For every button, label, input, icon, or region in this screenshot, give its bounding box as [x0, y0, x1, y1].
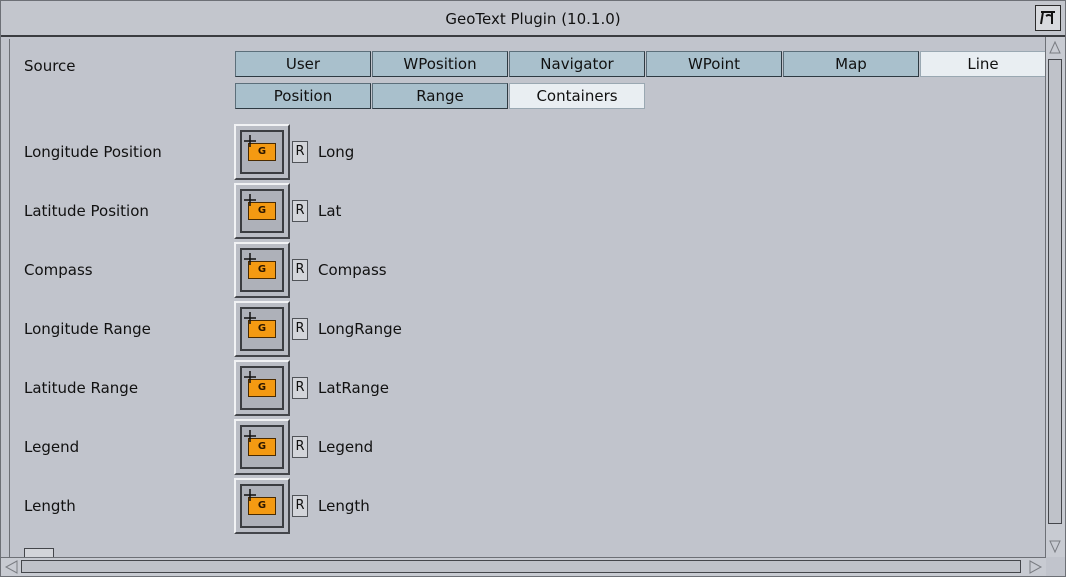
container-row: Latitude Range G R LatRange [10, 360, 710, 418]
container-name: Lat [318, 202, 342, 220]
container-name: Long [318, 143, 355, 161]
title-bar: GeoText Plugin (10.1.0) [1, 1, 1065, 37]
container-name: LatRange [318, 379, 389, 397]
reset-button[interactable]: R [292, 436, 308, 458]
drop-target: G [240, 307, 284, 351]
crosshair-icon [244, 371, 256, 383]
row-label: Latitude Range [24, 379, 139, 397]
tab-wposition[interactable]: WPosition [372, 51, 508, 77]
container-drop-button[interactable]: G [234, 242, 290, 298]
plugin-pi-icon[interactable] [1035, 5, 1061, 31]
tab-user[interactable]: User [235, 51, 371, 77]
row-label: Latitude Position [24, 202, 149, 220]
container-row: Legend G R Legend [10, 419, 710, 477]
container-row: Length G R Length [10, 478, 710, 536]
row-label: Longitude Position [24, 143, 162, 161]
vertical-scroll-thumb[interactable] [1048, 59, 1062, 524]
reset-button[interactable]: R [292, 200, 308, 222]
reset-button[interactable]: R [292, 318, 308, 340]
container-name: LongRange [318, 320, 402, 338]
drop-target: G [240, 130, 284, 174]
tab-position[interactable]: Position [235, 83, 371, 109]
tab-navigator[interactable]: Navigator [509, 51, 645, 77]
plugin-window: GeoText Plugin (10.1.0) Source User WPos… [0, 0, 1066, 577]
tab-containers[interactable]: Containers [509, 83, 645, 109]
crosshair-icon [244, 194, 256, 206]
crosshair-icon [244, 489, 256, 501]
crosshair-icon [244, 312, 256, 324]
container-row: Longitude Range G R LongRange [10, 301, 710, 359]
row-label: Legend [24, 438, 80, 456]
row-label: Compass [24, 261, 93, 279]
container-drop-button[interactable]: G [234, 419, 290, 475]
tab-line[interactable]: Line [920, 51, 1046, 77]
drop-target: G [240, 366, 284, 410]
scroll-down-arrow-icon[interactable] [1049, 540, 1061, 554]
horizontal-scroll-thumb[interactable] [21, 560, 1021, 573]
reset-button[interactable]: R [292, 495, 308, 517]
tab-range[interactable]: Range [372, 83, 508, 109]
drop-target: G [240, 484, 284, 528]
drop-target: G [240, 248, 284, 292]
crosshair-icon [244, 430, 256, 442]
scroll-up-arrow-icon[interactable] [1049, 40, 1061, 54]
container-row: Latitude Position G R Lat [10, 183, 710, 241]
drop-target: G [240, 189, 284, 233]
container-drop-button[interactable]: G [234, 124, 290, 180]
container-name: Compass [318, 261, 387, 279]
container-drop-button[interactable]: G [234, 301, 290, 357]
row-label: Length [24, 497, 76, 515]
container-drop-button[interactable]: G [234, 360, 290, 416]
horizontal-scrollbar[interactable] [1, 557, 1046, 576]
drop-target: G [240, 425, 284, 469]
crosshair-icon [244, 253, 256, 265]
row-label: Longitude Range [24, 320, 151, 338]
container-row: Compass G R Compass [10, 242, 710, 300]
container-drop-button[interactable]: G [234, 478, 290, 534]
scroll-right-arrow-icon[interactable] [1029, 560, 1043, 574]
content-panel: Source User WPosition Navigator WPoint M… [9, 39, 1046, 560]
crosshair-icon [244, 135, 256, 147]
window-title: GeoText Plugin (10.1.0) [445, 10, 621, 28]
reset-button[interactable]: R [292, 259, 308, 281]
tab-wpoint[interactable]: WPoint [646, 51, 782, 77]
container-drop-button[interactable]: G [234, 183, 290, 239]
tab-map[interactable]: Map [783, 51, 919, 77]
container-row: Longitude Position G R Long [10, 124, 710, 182]
reset-button[interactable]: R [292, 377, 308, 399]
reset-button[interactable]: R [292, 141, 308, 163]
source-label: Source [24, 57, 76, 75]
vertical-scrollbar[interactable] [1045, 37, 1065, 557]
scroll-left-arrow-icon[interactable] [4, 560, 18, 574]
container-name: Length [318, 497, 370, 515]
container-name: Legend [318, 438, 374, 456]
